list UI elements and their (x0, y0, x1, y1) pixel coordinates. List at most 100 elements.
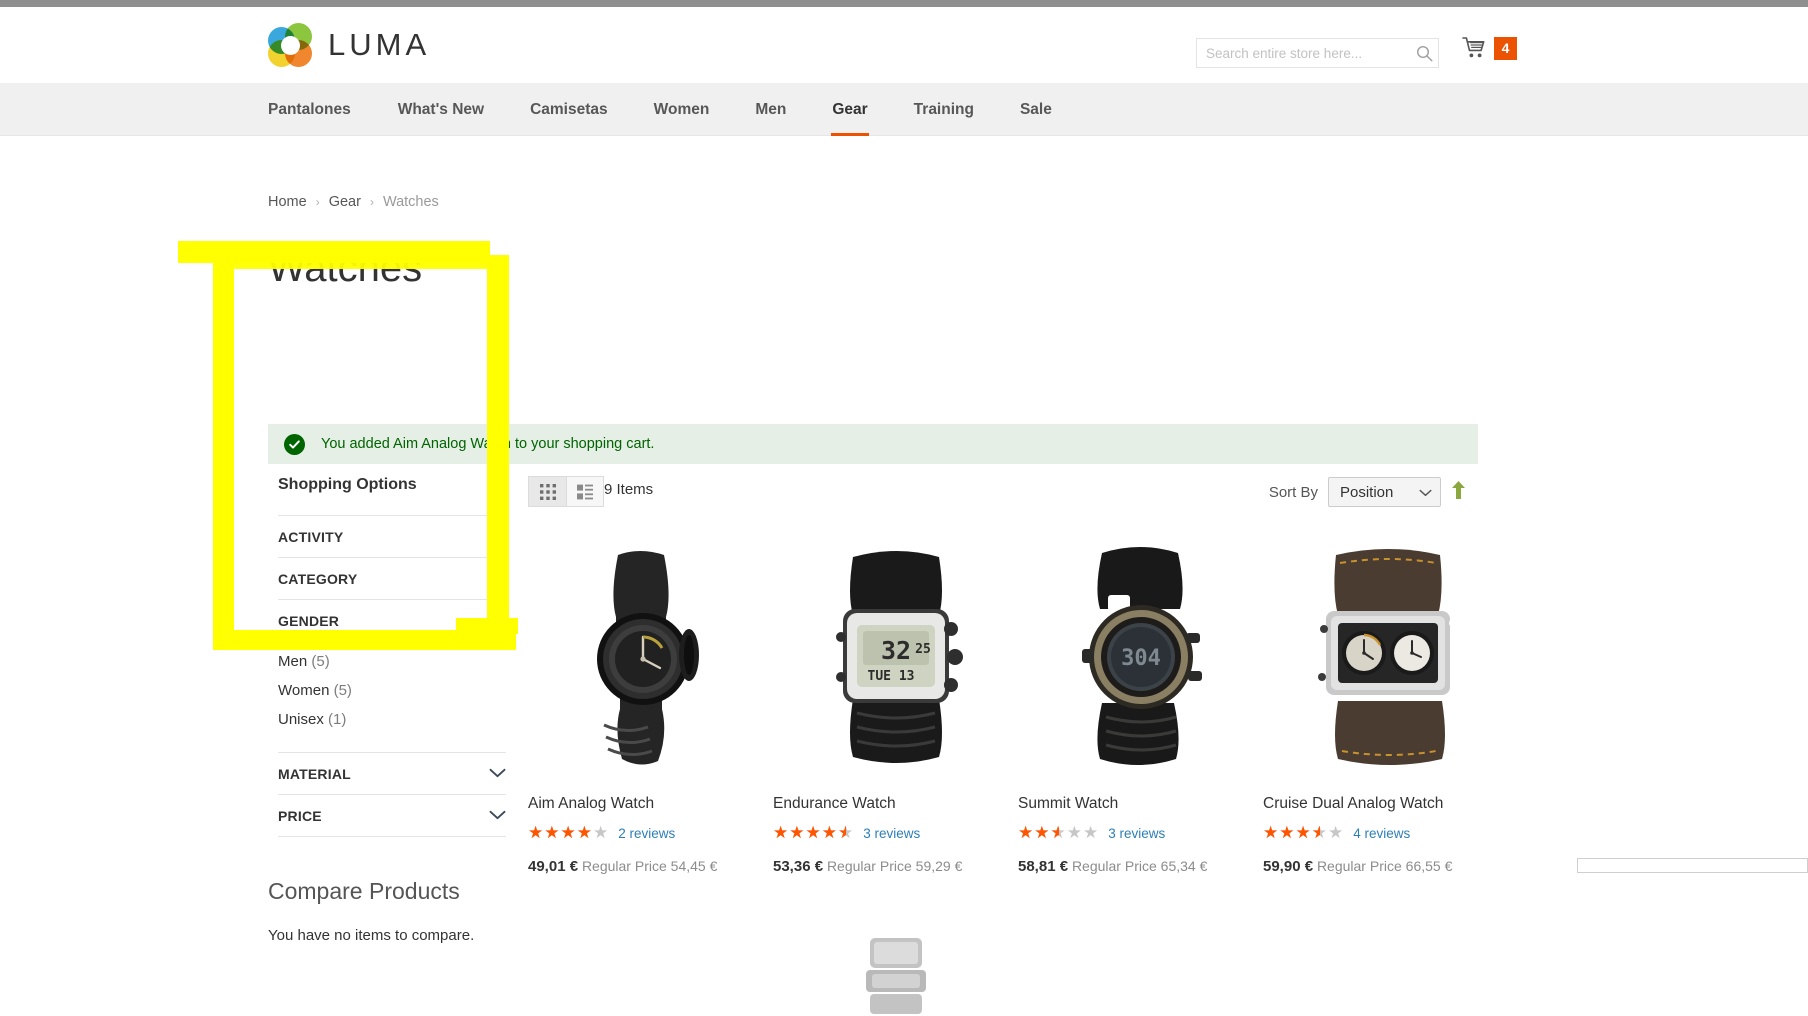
sort-by-select[interactable]: Position (1328, 477, 1441, 507)
product-item: 32 25 TUE 13 Endurance Watch ★★★★★ ★★★★ … (773, 534, 1018, 875)
price-special: 53,36 € (773, 857, 824, 875)
sort-by-label: Sort By (1268, 483, 1318, 501)
product-name[interactable]: Endurance Watch (773, 795, 1018, 814)
luma-logo[interactable]: LUMA (268, 23, 430, 67)
nav-item-women[interactable]: Women (631, 83, 733, 136)
product-price: 59,90 € Regular Price 66,55 € (1263, 858, 1508, 875)
product-item: Cruise Dual Analog Watch ★★★★★ ★★★★★ 4 r… (1263, 534, 1508, 875)
product-name[interactable]: Aim Analog Watch (528, 795, 773, 814)
list-view-icon[interactable] (566, 477, 603, 506)
svg-text:32: 32 (880, 636, 910, 665)
rating-stars: ★★★★★ ★★★★★ (1018, 822, 1100, 843)
arrow-up-icon[interactable] (1451, 480, 1466, 504)
price-regular: 65,34 € (1160, 857, 1208, 874)
aim-analog-watch-image[interactable] (528, 534, 773, 779)
nav-item-camisetas[interactable]: Camisetas (507, 83, 631, 136)
filter-toggle-gender[interactable]: GENDER (278, 600, 506, 641)
top-decoration-strip (0, 0, 1808, 7)
filter-group-activity: ACTIVITY (278, 516, 506, 558)
chevron-down-icon[interactable] (489, 528, 506, 546)
filter-option-women[interactable]: Women (5) (278, 676, 506, 705)
product-price: 49,01 € Regular Price 54,45 € (528, 858, 773, 875)
filter-group-gender: GENDER Men (5) Women (5) Unisex (1) (278, 600, 506, 753)
luma-logo-icon (268, 23, 312, 67)
price-special: 59,90 € (1263, 857, 1314, 875)
shopping-cart-icon[interactable] (1462, 36, 1488, 60)
check-circle-icon (284, 433, 305, 455)
nav-item-whats-new[interactable]: What's New (375, 83, 507, 136)
filter-toggle-material[interactable]: MATERIAL (278, 753, 506, 794)
price-regular: 59,29 € (915, 857, 963, 874)
product-price: 58,81 € Regular Price 65,34 € (1018, 858, 1263, 875)
sidebar-filters: Shopping Options ACTIVITY CATEGORY GENDE… (278, 476, 506, 837)
filter-title-price: PRICE (278, 807, 322, 824)
filter-toggle-activity[interactable]: ACTIVITY (278, 516, 506, 557)
endurance-watch-image[interactable]: 32 25 TUE 13 (773, 534, 1018, 779)
view-mode-switcher (528, 476, 604, 507)
filter-toggle-price[interactable]: PRICE (278, 795, 506, 836)
main-navigation: Pantalones What's New Camisetas Women Me… (0, 83, 1808, 136)
chevron-down-icon[interactable] (489, 807, 506, 825)
cart-count-badge: 4 (1494, 36, 1517, 60)
product-list-toolbar: 9 Items Sort By Position (528, 476, 1478, 516)
filter-option-label: Unisex (278, 711, 324, 728)
shopping-options-heading: Shopping Options (278, 476, 506, 516)
breadcrumb-gear[interactable]: Gear (329, 194, 361, 210)
reviews-link[interactable]: 4 reviews (1353, 826, 1410, 841)
price-regular-label: Regular Price (581, 857, 667, 874)
nav-item-sale[interactable]: Sale (997, 83, 1075, 136)
breadcrumb: Home › Gear › Watches (268, 194, 439, 210)
filter-option-unisex[interactable]: Unisex (1) (278, 705, 506, 734)
product-name[interactable]: Summit Watch (1018, 795, 1263, 814)
filter-option-label: Women (278, 682, 330, 699)
nav-item-gear[interactable]: Gear (809, 83, 890, 136)
summit-watch-image[interactable]: 304 (1018, 534, 1263, 779)
reviews-link[interactable]: 3 reviews (863, 826, 920, 841)
filter-option-count: (5) (333, 682, 352, 699)
grid-view-icon[interactable] (529, 477, 566, 506)
filter-option-count: (1) (328, 711, 347, 728)
cruise-dual-analog-watch-image[interactable] (1263, 534, 1508, 779)
svg-text:TUE 13: TUE 13 (867, 669, 914, 684)
filter-option-men[interactable]: Men (5) (278, 647, 506, 676)
rating-stars: ★★★★★ ★★★★★ (1263, 822, 1345, 843)
breadcrumb-home[interactable]: Home (268, 194, 307, 210)
compare-products-empty-text: You have no items to compare. (268, 927, 475, 944)
nav-item-men[interactable]: Men (732, 83, 809, 136)
chevron-down-icon[interactable] (489, 765, 506, 783)
filter-title-category: CATEGORY (278, 570, 358, 587)
product-price: 53,36 € Regular Price 59,29 € (773, 858, 1018, 875)
page-wrapper: LUMA 4 (0, 7, 1808, 1014)
filter-options-gender: Men (5) Women (5) Unisex (1) (278, 641, 506, 752)
product-grid: Aim Analog Watch ★★★★★ ★★★★★ 2 reviews 4… (528, 534, 1508, 875)
search-box[interactable] (1196, 38, 1439, 68)
nav-item-training[interactable]: Training (891, 83, 997, 136)
minicart[interactable]: 4 (1462, 36, 1517, 60)
compare-products-block: Compare Products You have no items to co… (268, 878, 568, 944)
next-product-image[interactable] (773, 936, 1018, 1016)
sorter: Sort By Position (1269, 477, 1466, 507)
reviews-link[interactable]: 2 reviews (618, 826, 675, 841)
page-title: Watches (268, 245, 423, 290)
filter-group-category: CATEGORY (278, 558, 506, 600)
nav-item-pantalones[interactable]: Pantalones (268, 83, 375, 136)
reviews-link[interactable]: 3 reviews (1108, 826, 1165, 841)
compare-products-title: Compare Products (268, 878, 460, 904)
filter-title-activity: ACTIVITY (278, 528, 344, 545)
chevron-up-icon[interactable] (489, 612, 506, 630)
rating-stars-filled: ★★★★★ (1018, 824, 1059, 842)
product-rating: ★★★★★ ★★★★★ 4 reviews (1263, 822, 1508, 843)
sort-by-value: Position (1340, 483, 1394, 501)
price-special: 58,81 € (1018, 857, 1069, 875)
search-icon[interactable] (1410, 39, 1438, 67)
price-special: 49,01 € (528, 857, 579, 875)
filter-title-gender: GENDER (278, 612, 340, 629)
filter-toggle-category[interactable]: CATEGORY (278, 558, 506, 599)
filter-option-label: Men (278, 653, 308, 670)
product-name[interactable]: Cruise Dual Analog Watch (1263, 795, 1508, 814)
search-input[interactable] (1197, 39, 1410, 67)
price-regular-label: Regular Price (1316, 857, 1402, 874)
breadcrumb-current: Watches (382, 194, 439, 210)
product-rating: ★★★★★ ★★★★★ 3 reviews (1018, 822, 1263, 843)
chevron-down-icon[interactable] (489, 570, 506, 588)
